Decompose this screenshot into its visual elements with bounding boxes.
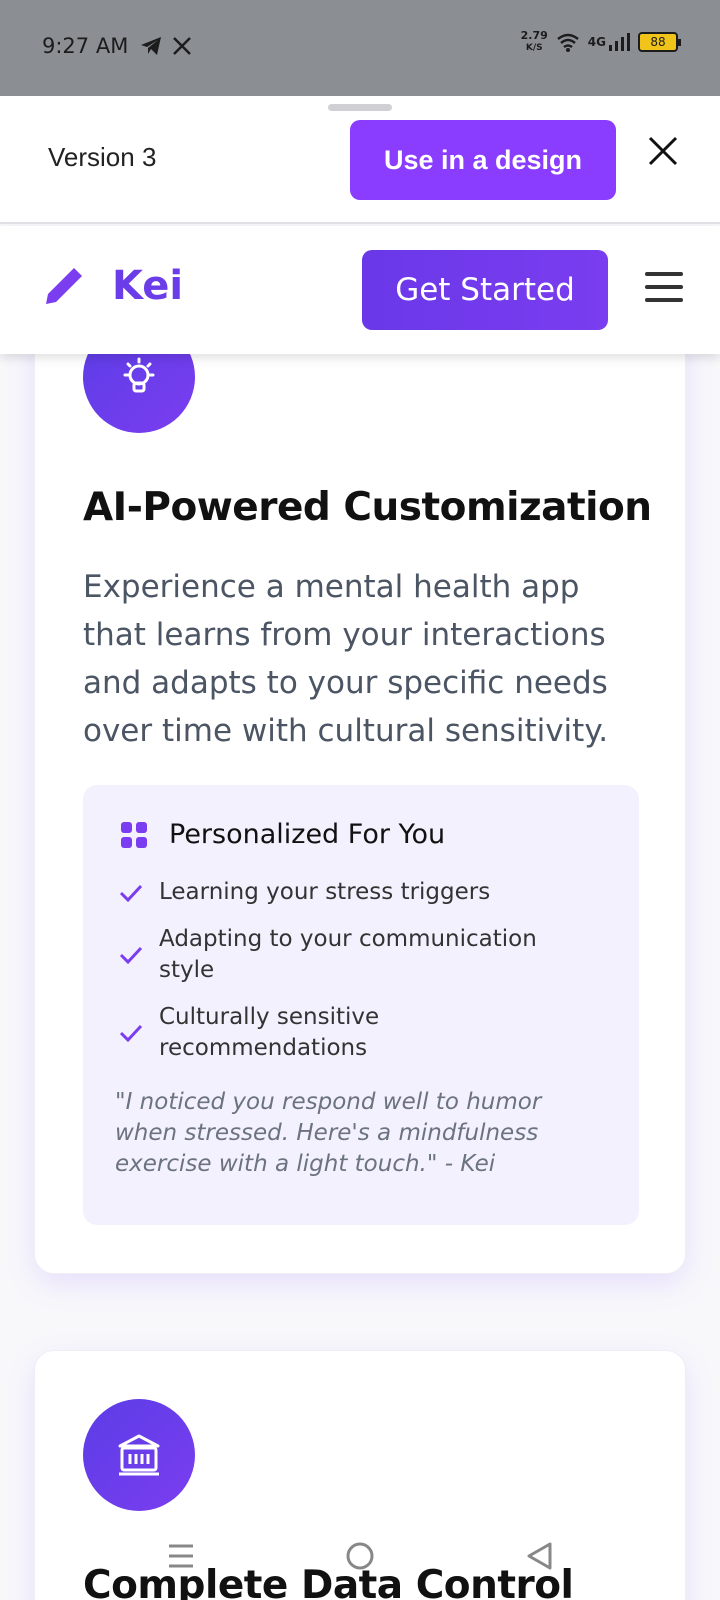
get-started-button[interactable]: Get Started (362, 250, 608, 330)
card-description: Experience a mental health app that lear… (83, 569, 609, 749)
status-notification-icons (140, 36, 192, 56)
personalized-header: Personalized For You (119, 819, 445, 850)
list-item: Culturally sensitive recommendations (119, 1002, 589, 1064)
bank-icon-circle (83, 1399, 195, 1511)
battery-level: 88 (650, 35, 666, 49)
brand[interactable]: Kei (40, 262, 183, 310)
feature-card-customization: AI-Powered Customization Experience a me… (34, 300, 686, 1274)
net-speed: 2.79 K/S (521, 30, 548, 54)
close-icon[interactable] (648, 136, 678, 166)
hamburger-line (645, 298, 683, 302)
list-item-label: Adapting to your communication style (159, 926, 537, 983)
back-icon[interactable] (524, 1540, 554, 1572)
telegram-icon (141, 37, 161, 55)
lightbulb-icon (123, 357, 155, 393)
pencil-icon (46, 264, 86, 304)
recent-apps-icon[interactable] (166, 1540, 196, 1572)
sheet-header: Version 3 Use in a design (0, 96, 720, 224)
net-speed-value: 2.79 (520, 29, 548, 42)
drag-handle[interactable] (328, 104, 392, 111)
personalized-box: Personalized For You Learning your stres… (83, 785, 639, 1225)
site-nav: Kei Get Started (0, 226, 720, 354)
signal-icon (609, 33, 630, 51)
card-title: AI-Powered Customization (83, 485, 652, 530)
brand-name: Kei (112, 263, 184, 309)
list-item: Adapting to your communication style (119, 924, 589, 986)
list-item-label: Learning your stress triggers (159, 879, 491, 905)
personalized-title: Personalized For You (169, 819, 446, 850)
kei-quote: "I noticed you respond well to humor whe… (115, 1089, 542, 1177)
check-icon (119, 1024, 143, 1043)
check-icon (119, 946, 143, 965)
check-icon (119, 884, 143, 902)
grid-icon (121, 821, 147, 848)
personalized-list: Learning your stress triggers Adapting t… (119, 877, 589, 1080)
home-icon[interactable] (344, 1540, 376, 1572)
system-nav-bar (0, 1540, 720, 1600)
status-time: 9:27 AM (42, 34, 129, 58)
list-item: Learning your stress triggers (119, 877, 589, 908)
hamburger-icon[interactable] (645, 272, 683, 302)
list-item-label: Culturally sensitive recommendations (159, 1004, 380, 1061)
network-type: 4G (587, 35, 606, 49)
use-in-design-button[interactable]: Use in a design (350, 120, 616, 200)
hamburger-line (645, 285, 683, 289)
hamburger-line (645, 272, 683, 276)
battery-icon: 88 (638, 32, 681, 52)
bank-icon (118, 1434, 160, 1476)
wifi-icon (557, 33, 579, 52)
x-icon (173, 37, 191, 55)
version-label: Version 3 (48, 142, 157, 172)
status-system-icons: 2.79 K/S 4G 88 (521, 30, 681, 54)
status-bar: 9:27 AM 2.79 K/S 4G 88 (0, 0, 720, 96)
net-speed-unit: K/S (525, 43, 543, 53)
